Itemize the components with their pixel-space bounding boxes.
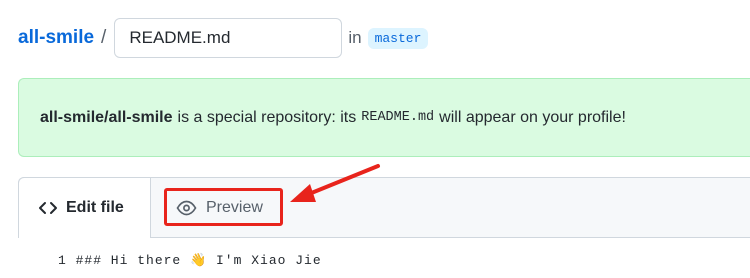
code-area[interactable]: 1 ### Hi there 👋 I'm Xiao Jie — [18, 238, 750, 278]
in-label: in — [348, 28, 362, 47]
repo-link[interactable]: all-smile — [18, 27, 94, 49]
tab-preview[interactable]: Preview — [167, 189, 283, 226]
flash-repo-name: all-smile/all-smile — [40, 108, 173, 126]
tab-edit-file[interactable]: Edit file — [18, 177, 151, 238]
path-separator: / — [101, 27, 107, 48]
flash-text-before: is a special repository: its — [177, 108, 357, 126]
filename-input[interactable] — [114, 18, 343, 58]
code-line-1: 1 ### Hi there 👋 I'm Xiao Jie — [58, 253, 322, 268]
tab-preview-label: Preview — [206, 198, 263, 216]
code-icon — [39, 202, 57, 214]
flash-text-after: will appear on your profile! — [439, 108, 626, 126]
special-repo-flash: all-smile/all-smile is a special reposit… — [18, 78, 750, 157]
tab-edit-file-label: Edit file — [66, 199, 124, 216]
branch-badge: master — [367, 27, 429, 49]
breadcrumb: all-smile / in master — [18, 17, 429, 59]
file-editor: Edit file Preview 1 ### Hi there 👋 I'm X… — [18, 177, 750, 278]
eye-icon — [176, 200, 197, 215]
flash-code: README.md — [361, 110, 435, 125]
